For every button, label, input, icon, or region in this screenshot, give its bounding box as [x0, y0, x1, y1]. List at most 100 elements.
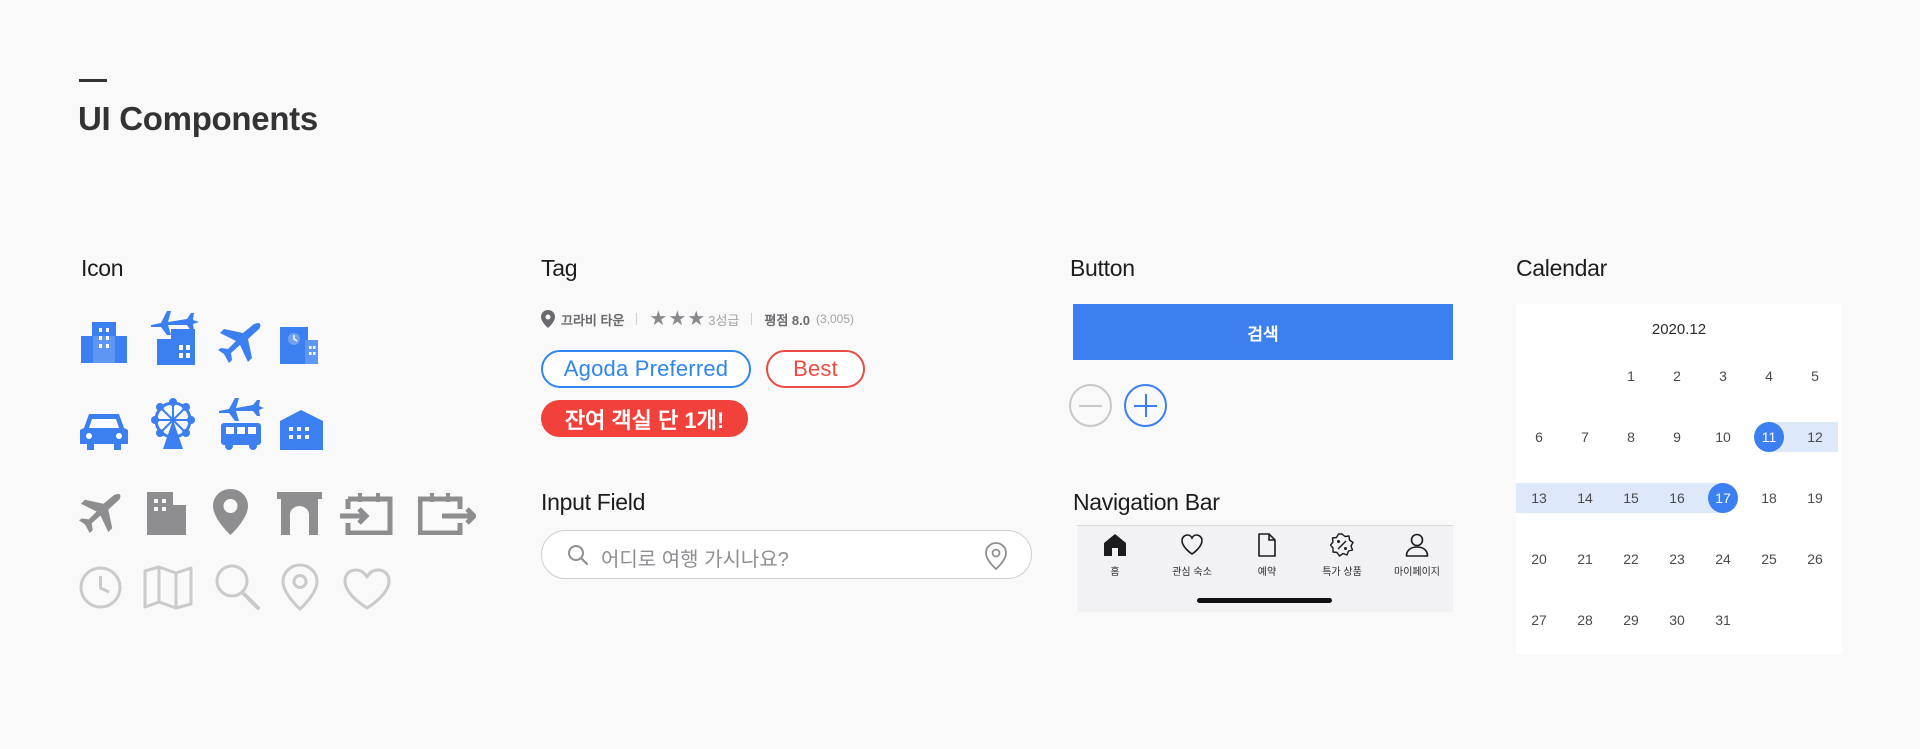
calendar-day[interactable]: 27	[1516, 604, 1562, 636]
nav-label: 예약	[1257, 567, 1277, 578]
calendar-day[interactable]: 26	[1792, 543, 1838, 575]
hotel-location: 끄라비 타운	[561, 312, 625, 328]
clock-outline-icon	[79, 566, 122, 609]
calendar-day[interactable]: 19	[1792, 482, 1838, 514]
plus-icon	[1134, 394, 1157, 417]
tag-best: Best	[766, 350, 865, 388]
star-icon: ★	[687, 308, 706, 330]
nav-label: 홈	[1110, 567, 1120, 578]
calendar-day[interactable]: 16	[1654, 482, 1700, 514]
location-outline-icon	[281, 563, 319, 611]
search-input[interactable]: 어디로 여행 가시나요?	[541, 530, 1032, 579]
calendar-day[interactable]: 4	[1746, 360, 1792, 392]
gate-gray-icon	[276, 491, 323, 535]
heart-outline-icon	[343, 568, 391, 610]
calendar-day[interactable]: 22	[1608, 543, 1654, 575]
flight-bus-icon	[217, 393, 265, 450]
search-button[interactable]: 검색	[1073, 304, 1453, 360]
flight-hotel-icon	[149, 305, 203, 365]
star-icon: ★	[649, 308, 668, 330]
calendar-day[interactable]: 12	[1792, 421, 1838, 453]
nav-item-home[interactable]: 홈	[1080, 533, 1150, 578]
calendar-day[interactable]: 13	[1516, 482, 1562, 514]
calendar-day[interactable]: 7	[1562, 421, 1608, 453]
minus-icon	[1079, 404, 1102, 407]
heart-icon	[1181, 534, 1203, 555]
location-pin-gray-icon	[212, 488, 249, 536]
star-rating: ★ ★ ★	[649, 309, 705, 329]
calendar-day[interactable]: 21	[1562, 543, 1608, 575]
page-title: UI Components	[78, 100, 318, 137]
car-icon	[79, 410, 129, 450]
nav-label: 특가 상품	[1322, 567, 1362, 578]
calendar-day[interactable]: 2	[1654, 360, 1700, 392]
calendar-day[interactable]: 6	[1516, 421, 1562, 453]
search-placeholder: 어디로 여행 가시나요?	[601, 549, 789, 571]
tag-remaining-rooms: 잔여 객실 단 1개!	[541, 400, 748, 437]
calendar-day-selected[interactable]: 17	[1708, 483, 1738, 513]
section-title-navigation-bar: Navigation Bar	[1073, 489, 1220, 515]
calendar-day[interactable]: 15	[1608, 482, 1654, 514]
divider	[636, 313, 638, 325]
building-gray-icon	[146, 491, 187, 535]
section-title-tag: Tag	[541, 255, 578, 281]
section-title-button: Button	[1070, 255, 1135, 281]
calendar-day[interactable]: 8	[1608, 421, 1654, 453]
calendar-day[interactable]: 24	[1700, 543, 1746, 575]
calendar-day[interactable]: 5	[1792, 360, 1838, 392]
calendar-day[interactable]: 23	[1654, 543, 1700, 575]
nav-label: 마이페이지	[1394, 567, 1440, 578]
increase-button[interactable]	[1124, 384, 1167, 427]
ferris-wheel-icon	[147, 398, 199, 450]
calendar-day-selected[interactable]: 11	[1754, 422, 1784, 452]
calendar-day[interactable]: 29	[1608, 604, 1654, 636]
nav-item-mypage[interactable]: 마이페이지	[1382, 533, 1452, 578]
calendar-day[interactable]: 28	[1562, 604, 1608, 636]
calendar-day[interactable]: 1	[1608, 360, 1654, 392]
star-grade: 3성급	[708, 312, 740, 328]
home-icon	[1104, 534, 1126, 556]
calendar: 2020.12 1 2 3 4 5 6 7 8 9 10 11 12 13 14 15 16 17 18 19 20 2…	[1516, 304, 1842, 654]
house-icon	[279, 409, 324, 450]
hotel-door-icon	[279, 326, 319, 365]
calendar-day[interactable]: 20	[1516, 543, 1562, 575]
discount-badge-icon	[1330, 533, 1354, 557]
calendar-day[interactable]: 25	[1746, 543, 1792, 575]
section-title-calendar: Calendar	[1516, 255, 1607, 281]
check-out-icon	[418, 493, 476, 535]
calendar-day[interactable]: 10	[1700, 421, 1746, 453]
home-indicator	[1197, 598, 1332, 603]
calendar-month: 2020.12	[1651, 321, 1707, 338]
calendar-day[interactable]: 9	[1654, 421, 1700, 453]
location-pin-icon	[541, 310, 555, 328]
nav-label: 관심 숙소	[1172, 567, 1212, 578]
check-in-icon	[340, 493, 396, 535]
airplane-icon	[218, 320, 263, 365]
title-accent-bar	[79, 79, 107, 82]
document-icon	[1258, 533, 1276, 557]
divider	[751, 313, 753, 325]
map-outline-icon	[143, 565, 193, 610]
decrease-button[interactable]	[1069, 384, 1112, 427]
section-title-input-field: Input Field	[541, 489, 646, 515]
tag-agoda-preferred: Agoda Preferred	[541, 350, 751, 388]
calendar-day[interactable]: 18	[1746, 482, 1792, 514]
person-icon	[1405, 533, 1429, 557]
section-title-icon: Icon	[81, 255, 124, 281]
calendar-day[interactable]: 30	[1654, 604, 1700, 636]
building-icon	[79, 320, 129, 365]
nav-item-favorites[interactable]: 관심 숙소	[1157, 533, 1227, 578]
search-icon	[567, 544, 589, 566]
location-icon[interactable]	[985, 542, 1007, 570]
calendar-day[interactable]: 3	[1700, 360, 1746, 392]
calendar-day[interactable]: 31	[1700, 604, 1746, 636]
calendar-day[interactable]: 14	[1562, 482, 1608, 514]
star-icon: ★	[668, 308, 687, 330]
search-outline-icon	[214, 563, 260, 610]
nav-item-reservations[interactable]: 예약	[1232, 533, 1302, 578]
hotel-info-row: 끄라비 타운 ★ ★ ★ 3성급 평점 8.0 (3,005)	[541, 309, 854, 329]
review-count: (3,005)	[816, 312, 855, 326]
airplane-gray-icon	[79, 491, 123, 535]
review-score: 평점 8.0	[764, 312, 810, 328]
nav-item-deals[interactable]: 특가 상품	[1307, 533, 1377, 578]
